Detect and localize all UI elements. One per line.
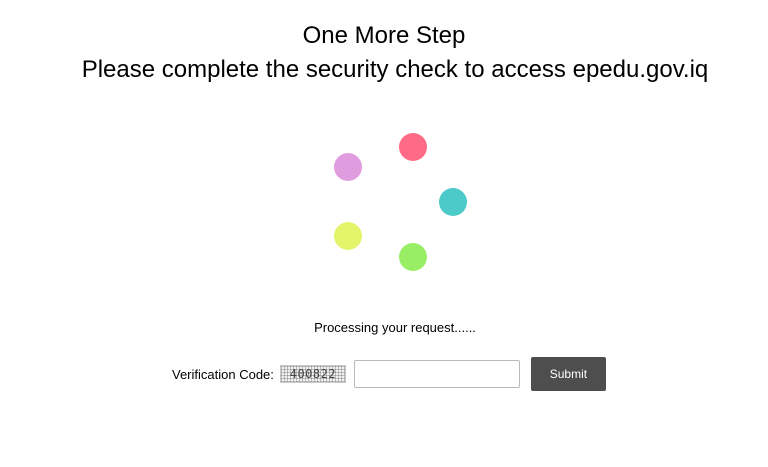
verification-form: Verification Code: 400822 Submit [172,357,606,391]
page-subtitle: Please complete the security check to ac… [81,56,709,83]
loading-spinner [330,130,470,271]
spinner-dot-green [399,243,427,271]
processing-status-text: Processing your request...... [314,320,476,335]
spinner-dot-pink [399,133,427,161]
spinner-dot-teal [439,188,467,216]
verification-code-image: 400822 [279,365,346,383]
spinner-dot-violet [334,153,362,181]
spinner-dot-yellow [334,222,362,250]
submit-button[interactable]: Submit [530,357,606,391]
security-check-page: One More Step Please complete the securi… [0,0,768,467]
verification-code-label: Verification Code: [172,366,274,382]
verification-code-input[interactable] [353,360,520,388]
page-title: One More Step [302,22,466,49]
